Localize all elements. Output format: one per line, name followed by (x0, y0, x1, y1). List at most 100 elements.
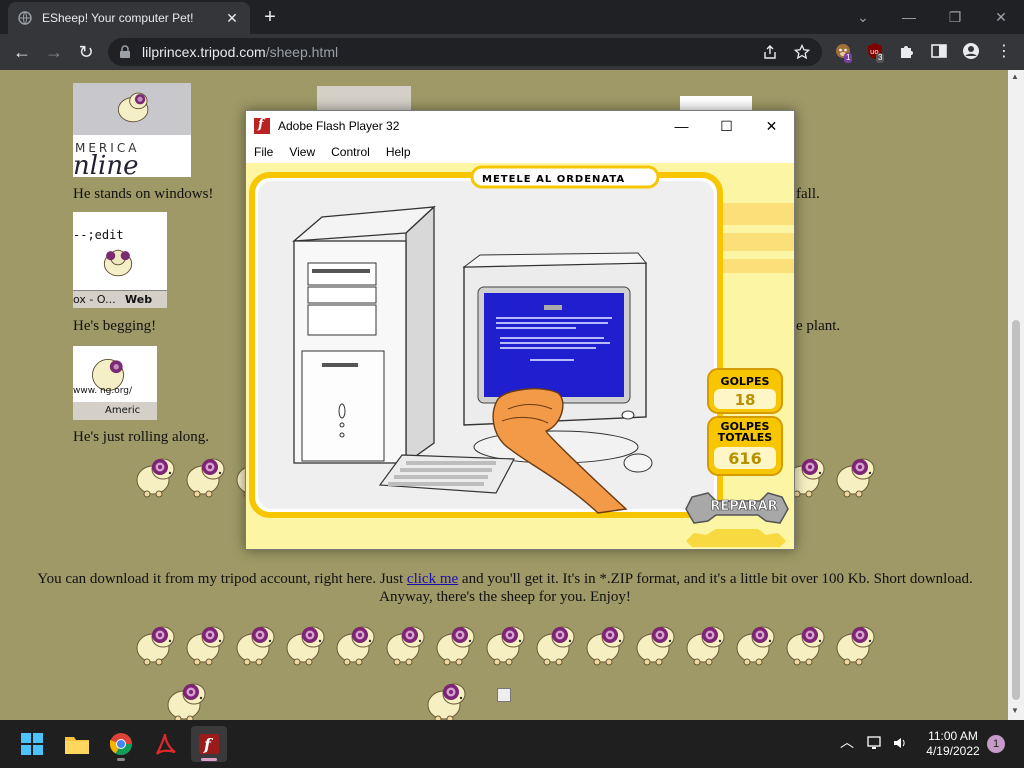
back-button[interactable]: ← (8, 38, 36, 66)
scrollbar-thumb[interactable] (1012, 320, 1020, 700)
caption-fall-fragment: fall. (796, 186, 820, 202)
sheep-icon (117, 92, 149, 123)
windows-taskbar: f ︿ 11:00 AM 4/19/2022 (0, 720, 1024, 768)
menu-kebab-icon[interactable]: ⋮ (990, 38, 1018, 66)
sheep-sprite (183, 621, 229, 667)
new-tab-button[interactable]: + (258, 6, 282, 30)
minimize-button[interactable]: — (886, 4, 932, 30)
sheep-sprite (483, 621, 529, 667)
browser-toolbar: ← → ↻ lilprincex.tripod.com/sheep.html 1… (0, 34, 1024, 70)
menu-view[interactable]: View (281, 145, 323, 159)
edit-screenshot-image: --;edit ox - O... Web (73, 212, 167, 308)
sheep-sprite (833, 453, 879, 499)
show-hidden-icons-icon[interactable]: ︿ (840, 732, 854, 752)
flash-close-button[interactable]: ✕ (749, 111, 794, 141)
flash-player-taskbar-button[interactable]: f (191, 726, 227, 762)
sheep-sprite (383, 621, 429, 667)
address-bar[interactable]: lilprincex.tripod.com/sheep.html (108, 38, 822, 66)
tab-search-icon[interactable]: ⌄ (840, 4, 886, 30)
bookmark-star-icon[interactable] (794, 44, 810, 60)
flash-minimize-button[interactable]: — (659, 111, 704, 141)
profile-icon[interactable] (962, 42, 980, 60)
edit-text: --;edit (73, 228, 124, 242)
browser-tab-esheep[interactable]: ESheep! Your computer Pet! ✕ (8, 2, 250, 34)
acrobat-button[interactable] (147, 726, 183, 762)
start-button[interactable] (14, 726, 50, 762)
golpes-value: 18 (734, 391, 756, 409)
sheep-walking[interactable] (424, 678, 470, 720)
sheep-sprite (683, 621, 729, 667)
caption-stands: He stands on windows! (73, 186, 214, 202)
folder-icon (65, 737, 89, 754)
americ-text: Americ (105, 405, 141, 416)
extension-ublock-icon[interactable]: uo 3 (866, 42, 885, 63)
game-banner: METELE AL ORDENATA (482, 174, 626, 185)
url-fragment-text: www. ng.org/ (73, 386, 133, 396)
reparar-button[interactable]: REPARAR (706, 499, 782, 515)
flash-logo-icon: f (254, 117, 270, 134)
web-text: Web (125, 293, 153, 306)
aol-logo-text: nline (73, 151, 139, 177)
file-explorer-button[interactable] (59, 726, 95, 762)
system-clock[interactable]: 11:00 AM 4/19/2022 (916, 729, 990, 759)
download-paragraph: You can download it from my tripod accou… (30, 570, 980, 606)
taskbar-text: ox - O... (73, 293, 116, 306)
volume-icon[interactable] (891, 734, 909, 752)
side-panel-icon[interactable] (930, 42, 948, 60)
sheep-sprite (783, 621, 829, 667)
puzzle-extensions-icon[interactable] (898, 42, 916, 60)
close-window-button[interactable]: ✕ (978, 4, 1024, 30)
menu-file[interactable]: File (246, 145, 281, 159)
extension-badge: 3 (876, 53, 885, 63)
sheep-sprite (633, 621, 679, 667)
reload-button[interactable]: ↻ (72, 38, 100, 66)
globe-icon (18, 11, 32, 25)
tab-title: ESheep! Your computer Pet! (42, 11, 194, 25)
forward-button[interactable]: → (40, 38, 68, 66)
sheep-icon (103, 249, 133, 277)
restore-button[interactable]: ❐ (932, 4, 978, 30)
close-tab-icon[interactable]: ✕ (224, 10, 240, 26)
flash-icon: f (199, 734, 219, 754)
sheep-sprite (433, 621, 479, 667)
download-text-after: and you'll get it. It's in *.ZIP format,… (379, 571, 973, 605)
caption-plant-fragment: e plant. (796, 318, 841, 334)
download-text-before: You can download it from my tripod accou… (37, 571, 407, 587)
totales-label: GOLPES TOTALES (716, 421, 774, 443)
extension-monkey-icon[interactable]: 1 (834, 42, 853, 63)
chrome-button[interactable] (103, 726, 139, 762)
acrobat-icon (156, 733, 176, 755)
sheep-sprite (583, 621, 629, 667)
flash-titlebar: f Adobe Flash Player 32 — ☐ ✕ (246, 111, 794, 141)
scroll-up-icon[interactable]: ▲ (1011, 72, 1019, 81)
menu-control[interactable]: Control (323, 145, 378, 159)
sheep-sprite (233, 621, 279, 667)
tab-strip: ESheep! Your computer Pet! ✕ + ⌄ — ❐ ✕ (0, 0, 1024, 34)
notification-badge[interactable]: 1 (987, 735, 1005, 753)
clock-time: 11:00 AM (928, 729, 978, 743)
share-icon[interactable] (762, 44, 778, 60)
broken-image-icon (497, 688, 511, 702)
menu-help[interactable]: Help (378, 145, 419, 159)
sheep-sprite (133, 621, 179, 667)
sheep-sprite (283, 621, 329, 667)
flash-menubar: File View Control Help (246, 141, 794, 163)
flash-maximize-button[interactable]: ☐ (704, 111, 749, 141)
sheep-sprite (133, 453, 179, 499)
sheep-sprite (183, 453, 229, 499)
network-icon[interactable] (866, 734, 884, 752)
golpes-label: GOLPES (720, 375, 770, 388)
game-scene (249, 165, 794, 547)
sheep-row-2 (133, 621, 883, 667)
url-text: lilprincex.tripod.com/sheep.html (142, 44, 339, 60)
click-me-link[interactable]: click me (407, 571, 458, 587)
flash-player-window: f Adobe Flash Player 32 — ☐ ✕ File View … (245, 110, 795, 550)
scroll-down-icon[interactable]: ▼ (1011, 706, 1019, 715)
flash-game-stage[interactable]: METELE AL ORDENATA GOLPES 18 GOLPES TOTA… (246, 163, 794, 549)
page-scrollbar[interactable]: ▲ ▼ (1008, 70, 1024, 720)
chrome-icon (110, 733, 132, 755)
sheep-walking[interactable] (164, 678, 210, 720)
sheep-sprite (833, 621, 879, 667)
sheep-sprite (333, 621, 379, 667)
rolling-screenshot-image: www. ng.org/ Americ (73, 346, 157, 420)
